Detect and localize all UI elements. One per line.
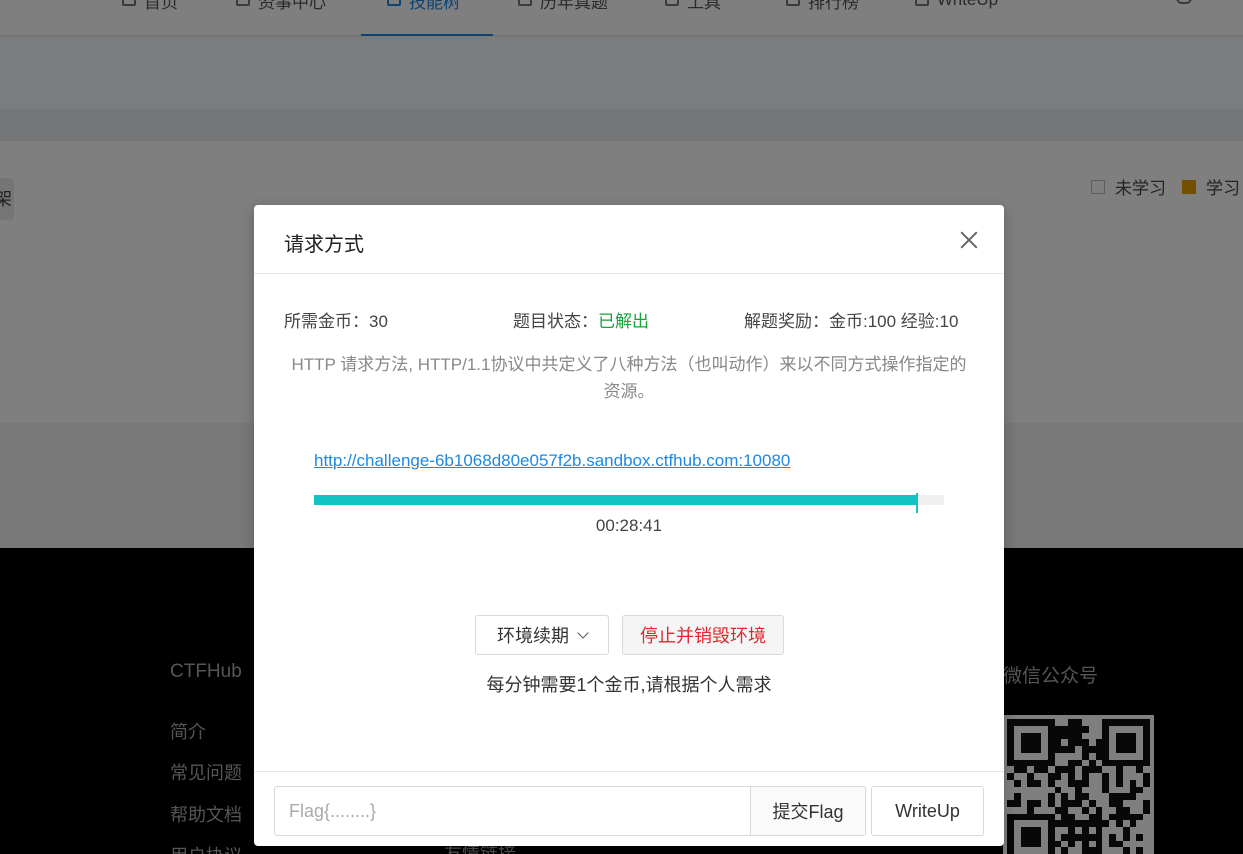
status-label: 题目状态：	[513, 312, 598, 331]
modal-title: 请求方式	[284, 234, 364, 256]
flag-input[interactable]	[274, 786, 751, 836]
writeup-button[interactable]: WriteUp	[871, 786, 984, 836]
environment-url-link[interactable]: http://challenge-6b1068d80e057f2b.sandbo…	[314, 451, 790, 471]
renewal-hint: 每分钟需要1个金币,请根据个人需求	[486, 675, 772, 695]
countdown-timer: 00:28:41	[595, 516, 663, 535]
chevron-down-icon	[577, 627, 589, 639]
close-icon[interactable]	[960, 231, 978, 249]
time-remaining-bar	[314, 490, 944, 513]
modal-footer: 提交Flag WriteUp	[254, 771, 1004, 846]
time-remaining-fill	[314, 490, 918, 513]
renew-environment-dropdown[interactable]: 环境续期	[475, 615, 609, 655]
challenge-status: 题目状态：已解出	[513, 307, 649, 332]
coins-required: 所需金币：30	[284, 312, 388, 331]
status-badge: 已解出	[598, 312, 649, 331]
challenge-modal: 请求方式 所需金币：30 题目状态：已解出 解题奖励：金币:100 经验:10 …	[254, 205, 1004, 846]
solve-reward: 解题奖励：金币:100 经验:10	[744, 312, 959, 331]
challenge-description: HTTP 请求方法, HTTP/1.1协议中共定义了八种方法（也叫动作）来以不同…	[291, 355, 967, 401]
modal-header: 请求方式	[254, 205, 1004, 274]
submit-flag-button[interactable]: 提交Flag	[750, 786, 866, 836]
destroy-environment-button[interactable]: 停止并销毁环境	[622, 615, 784, 655]
renew-label: 环境续期	[497, 626, 569, 646]
